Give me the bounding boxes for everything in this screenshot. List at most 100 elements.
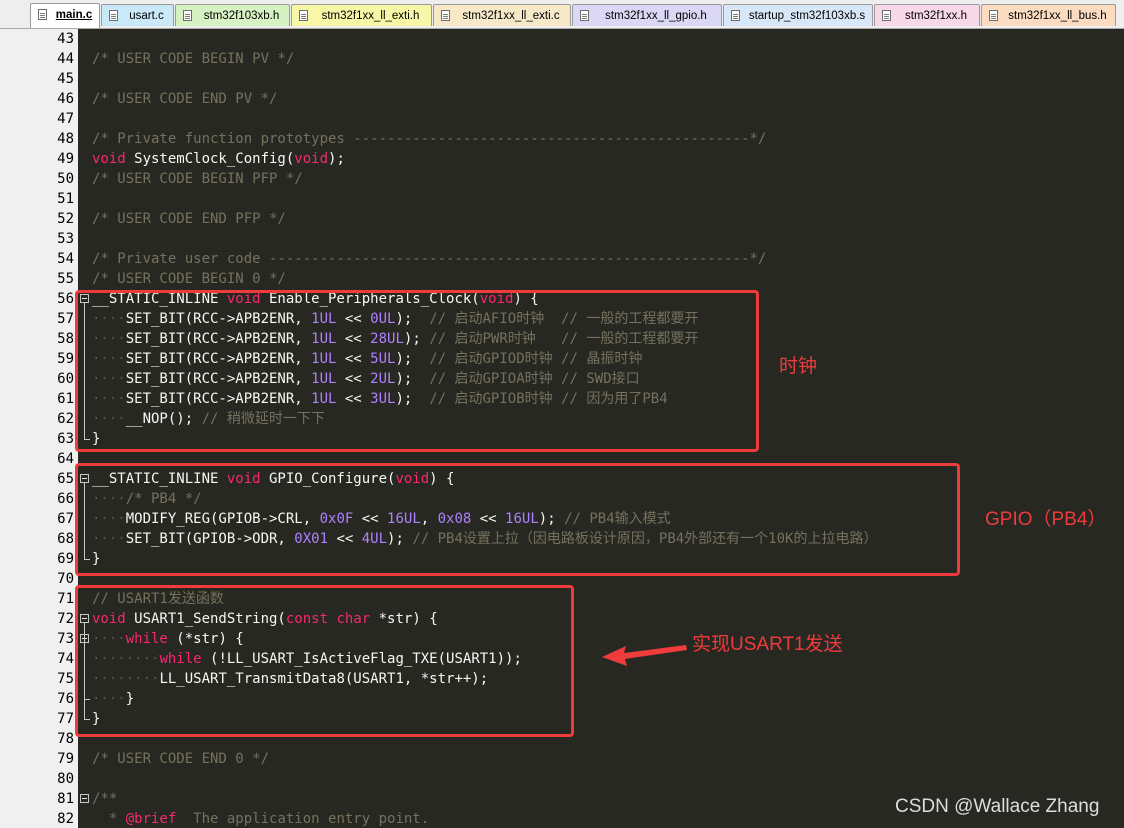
line-number: 64	[57, 451, 74, 467]
code-line: 55 /* USER CODE BEGIN 0 */	[0, 269, 1124, 289]
line-number: 72	[57, 611, 74, 627]
tab-label: stm32f1xx_ll_bus.h	[1008, 10, 1107, 22]
line-number: 79	[57, 751, 74, 767]
line-number: 56	[57, 291, 74, 307]
line-number: 48	[57, 131, 74, 147]
line-number: 53	[57, 231, 74, 247]
line-number: 49	[57, 151, 74, 167]
line-number: 69	[57, 551, 74, 567]
line-number: 59	[57, 351, 74, 367]
line-number: 62	[57, 411, 74, 427]
code-text: /**	[92, 789, 117, 809]
clock-annotation-label: 时钟	[779, 356, 818, 377]
tab-usart-c[interactable]: usart.c	[101, 4, 174, 26]
file-icon	[109, 10, 118, 21]
line-number: 61	[57, 391, 74, 407]
code-token: );	[328, 151, 345, 167]
code-line: 54 /* Private user code -----------------…	[0, 249, 1124, 269]
file-icon	[731, 10, 740, 21]
code-line: 47	[0, 109, 1124, 129]
line-number: 67	[57, 511, 74, 527]
tab-stm32f1xx-ll-bus-h[interactable]: stm32f1xx_ll_bus.h	[981, 4, 1116, 26]
code-line: 79 /* USER CODE END 0 */	[0, 749, 1124, 769]
line-number: 68	[57, 531, 74, 547]
tab-main-c[interactable]: main.c	[30, 3, 100, 28]
code-token: void	[294, 151, 329, 167]
code-text: /* USER CODE END 0 */	[92, 749, 269, 769]
line-number: 63	[57, 431, 74, 447]
code-text: /* USER CODE BEGIN PFP */	[92, 169, 303, 189]
line-number: 65	[57, 471, 74, 487]
code-line: 46 /* USER CODE END PV */	[0, 89, 1124, 109]
line-number: 45	[57, 71, 74, 87]
tab-stm32f1xx-ll-gpio-h[interactable]: stm32f1xx_ll_gpio.h	[572, 4, 722, 26]
line-number: 44	[57, 51, 74, 67]
line-number: 46	[57, 91, 74, 107]
tab-label: stm32f1xx_ll_exti.c	[462, 10, 560, 22]
line-number: 52	[57, 211, 74, 227]
code-token: /* USER CODE END PV */	[92, 91, 278, 107]
code-line: 51	[0, 189, 1124, 209]
code-line: 50 /* USER CODE BEGIN PFP */	[0, 169, 1124, 189]
csdn-watermark: CSDN @Wallace Zhang	[895, 796, 1100, 817]
tab-label: stm32f1xx_ll_exti.h	[321, 10, 420, 22]
code-text: * @brief The application entry point.	[92, 809, 429, 828]
line-number: 70	[57, 571, 74, 587]
tab-label: main.c	[55, 9, 93, 21]
line-number: 81	[57, 791, 74, 807]
code-token: /* USER CODE END 0 */	[92, 751, 270, 767]
line-number: 50	[57, 171, 74, 187]
code-token: /**	[92, 791, 118, 807]
fold-toggle-icon[interactable]	[80, 794, 89, 803]
line-number: 55	[57, 271, 74, 287]
code-token: /* Private function prototypes ---------…	[92, 131, 767, 147]
file-icon	[299, 10, 308, 21]
line-number: 75	[57, 671, 74, 687]
file-icon	[38, 9, 47, 20]
code-line: 53	[0, 229, 1124, 249]
code-text: /* USER CODE BEGIN PV */	[92, 49, 294, 69]
line-number: 58	[57, 331, 74, 347]
code-text: /* USER CODE END PV */	[92, 89, 277, 109]
code-line: 44 /* USER CODE BEGIN PV */	[0, 49, 1124, 69]
line-number: 66	[57, 491, 74, 507]
tab-stm32f1xx-ll-exti-c[interactable]: stm32f1xx_ll_exti.c	[433, 4, 571, 26]
code-token: /* USER CODE BEGIN PV */	[92, 51, 295, 67]
tab-stm32f1xx-h[interactable]: stm32f1xx.h	[874, 4, 980, 26]
code-text: /* Private user code -------------------…	[92, 249, 766, 269]
code-token: /* USER CODE BEGIN 0 */	[92, 271, 286, 287]
line-number: 57	[57, 311, 74, 327]
file-icon	[989, 10, 998, 21]
tab-stm32f103xb-h[interactable]: stm32f103xb.h	[175, 4, 290, 26]
code-text: /* Private function prototypes ---------…	[92, 129, 766, 149]
code-token: void	[92, 151, 126, 167]
code-line: 80	[0, 769, 1124, 789]
code-token: *	[92, 811, 126, 827]
line-number: 51	[57, 191, 74, 207]
line-number: 77	[57, 711, 74, 727]
line-number: 47	[57, 111, 74, 127]
file-icon	[882, 10, 891, 21]
code-token: SystemClock_Config(	[125, 151, 295, 167]
editor-tab-bar: main.c usart.c stm32f103xb.h stm32f1xx_ll_e…	[0, 0, 1124, 29]
line-number: 78	[57, 731, 74, 747]
gpio-annotation-label: GPIO（PB4）	[985, 509, 1107, 530]
file-icon	[441, 10, 450, 21]
tab-stm32f1xx-ll-exti-h[interactable]: stm32f1xx_ll_exti.h	[291, 4, 432, 26]
code-line: 49 void SystemClock_Config(void);	[0, 149, 1124, 169]
code-text: /* USER CODE END PFP */	[92, 209, 286, 229]
file-icon	[183, 10, 192, 21]
code-text: /* USER CODE BEGIN 0 */	[92, 269, 286, 289]
line-number: 54	[57, 251, 74, 267]
code-line: 52 /* USER CODE END PFP */	[0, 209, 1124, 229]
code-token: /* USER CODE END PFP */	[92, 211, 286, 227]
code-line: 45	[0, 69, 1124, 89]
gpio-function-highlight	[75, 463, 960, 576]
tab-startup-stm32f103xb-s[interactable]: startup_stm32f103xb.s	[723, 4, 873, 26]
code-line: 48 /* Private function prototypes -------…	[0, 129, 1124, 149]
usart-function-highlight	[75, 585, 574, 737]
line-number: 43	[57, 31, 74, 47]
line-number: 80	[57, 771, 74, 787]
code-line: 43	[0, 29, 1124, 49]
code-token: @brief	[125, 811, 177, 827]
